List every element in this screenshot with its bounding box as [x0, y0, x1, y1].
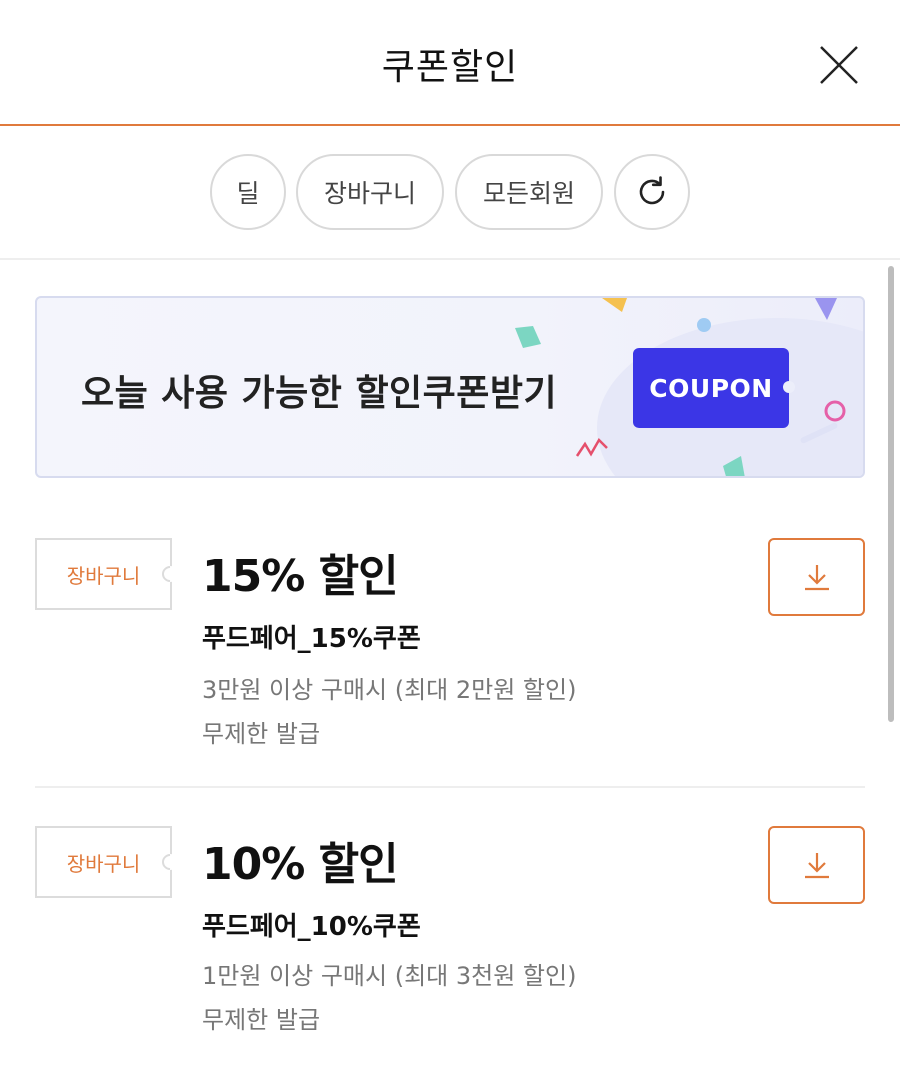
filter-chip-cart[interactable]: 장바구니 [296, 154, 444, 230]
coupon-tag-notch [158, 562, 182, 586]
banner-text: 오늘 사용 가능한 할인쿠폰받기 [81, 373, 558, 414]
coupon-tag-label: 장바구니 [66, 851, 141, 876]
coupon-amount: 15% 할인 [202, 551, 399, 602]
coupon-notch [783, 381, 795, 393]
coupon-amount: 10% 할인 [202, 839, 399, 890]
modal-header: 쿠폰할인 [0, 0, 900, 126]
download-icon [804, 565, 829, 591]
coupon-item: 장바구니 10% 할인 푸드페어_10%쿠폰 1만원 이상 구매시 (최대 3천… [0, 794, 900, 1064]
page-title: 쿠폰할인 [381, 47, 519, 88]
coupon-tag-notch [158, 850, 182, 874]
refresh-button[interactable] [614, 154, 690, 230]
download-coupon-button[interactable] [768, 826, 865, 904]
banner-coupon-badge: COUPON [633, 348, 795, 428]
coupon-item: 장바구니 15% 할인 푸드페어_15%쿠폰 3만원 이상 구매시 (최대 2만… [0, 506, 900, 776]
coupon-name: 푸드페어_15%쿠폰 [202, 624, 421, 654]
filter-bar: 딜 장바구니 모든회원 [0, 126, 900, 260]
coupon-condition: 1만원 이상 구매시 (최대 3천원 할인) [202, 962, 577, 990]
coupon-issue-limit: 무제한 발급 [202, 720, 321, 748]
banner-coupon-label: COUPON [649, 373, 773, 403]
coupon-issue-limit: 무제한 발급 [202, 1006, 321, 1034]
coupon-condition: 3만원 이상 구매시 (최대 2만원 할인) [202, 676, 577, 704]
close-icon [820, 46, 858, 84]
close-button[interactable] [818, 44, 860, 86]
coupon-tag: 장바구니 [35, 826, 182, 898]
filter-chip-all-members[interactable]: 모든회원 [455, 154, 603, 230]
filter-chip-deal[interactable]: 딜 [210, 154, 286, 230]
coupon-tag-label: 장바구니 [66, 563, 141, 588]
download-icon [804, 853, 829, 879]
coupon-tag: 장바구니 [35, 538, 182, 610]
coupon-name: 푸드페어_10%쿠폰 [202, 912, 421, 942]
download-coupon-button[interactable] [768, 538, 865, 616]
refresh-icon [639, 176, 665, 205]
divider [35, 786, 865, 788]
coupon-banner[interactable]: 오늘 사용 가능한 할인쿠폰받기 COUPON [35, 296, 865, 478]
